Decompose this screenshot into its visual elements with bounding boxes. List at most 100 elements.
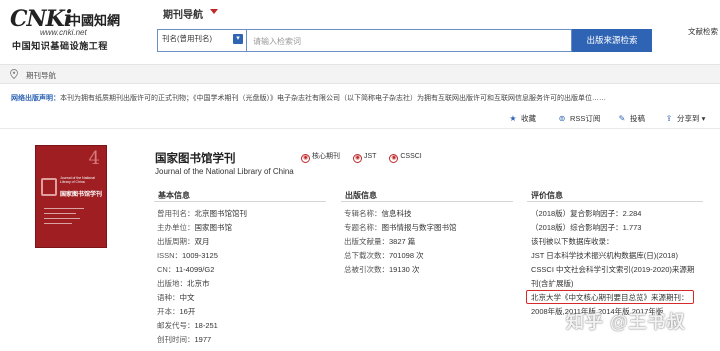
cover-text-line — [44, 208, 84, 209]
rss-subscribe-button[interactable]: ⊚ RSS订阅 — [557, 113, 601, 124]
info-key: 语种： — [157, 293, 180, 302]
info-row: 创刊时间：1977 — [157, 334, 211, 345]
search-button[interactable]: 出版来源检索 — [572, 29, 652, 52]
info-value: 701098 次 — [389, 251, 424, 260]
search-input[interactable]: 请输入检索词 — [247, 29, 572, 52]
publish-info-heading: 出版信息 — [341, 188, 513, 202]
submit-label: 投稿 — [630, 114, 645, 123]
jst-badge[interactable]: ◉ JST — [352, 153, 376, 163]
info-value: 16开 — [179, 307, 196, 316]
info-value: 11-4099/G2 — [175, 265, 215, 274]
logo-subtitle: 中国知识基础设施工程 — [12, 41, 109, 51]
info-row: 专题名称：图书情报与数字图书馆 — [344, 222, 457, 233]
info-key: 创刊时间： — [157, 335, 195, 344]
info-value: 1009-3125 — [182, 251, 218, 260]
info-row: 邮发代号：18-251 — [157, 320, 218, 331]
submit-icon: ✎ — [618, 114, 626, 123]
star-icon: ★ — [509, 114, 517, 123]
badge-label: 核心期刊 — [312, 153, 340, 160]
cover-text-line — [44, 218, 80, 219]
info-value: 北京市 — [187, 279, 210, 288]
info-key: 曾用刊名： — [157, 209, 195, 218]
info-value: 信息科技 — [381, 209, 412, 218]
info-key: ISSN： — [157, 251, 183, 260]
info-row: 出版周期：双月 — [157, 236, 210, 247]
logo-chinese: 中國知網 — [68, 14, 121, 29]
info-row: 出版地：北京市 — [157, 278, 210, 289]
search-field-select[interactable]: 刊名(曾用刊名) ▾ — [157, 29, 247, 52]
notice-label: 网络出版声明： — [11, 95, 60, 102]
eval-row[interactable]: CSSCI 中文社会科学引文索引(2019-2020)来源期 — [531, 264, 694, 275]
badge-icon: ◉ — [352, 154, 362, 163]
journal-title: 国家图书馆学刊 — [155, 153, 236, 165]
info-row: 主办单位：国家图书馆 — [157, 222, 232, 233]
info-row: 开本：16开 — [157, 306, 195, 317]
cssci-badge[interactable]: ◉ CSSCI — [389, 153, 422, 163]
evaluation-info-heading: 评价信息 — [527, 188, 703, 202]
core-journal-badge[interactable]: ◉ 核心期刊 — [301, 151, 340, 163]
info-value: 中文 — [179, 293, 195, 302]
notice-text: 本刊为拥有纸质期刊出版许可的正式刊物；《中国学术期刊（光盘版）》电子杂志社有限公… — [60, 95, 606, 102]
info-row: 总下载次数：701098 次 — [344, 250, 424, 261]
share-icon: ⇪ — [665, 114, 673, 123]
divider — [0, 128, 720, 129]
journal-english-title: Journal of the National Library of China — [155, 167, 294, 176]
rss-icon: ⊚ — [558, 114, 566, 123]
share-button[interactable]: ⇪ 分享到 ▾ — [664, 113, 706, 124]
chevron-down-icon: ▾ — [701, 114, 706, 123]
info-value: 图书情报与数字图书馆 — [381, 223, 457, 232]
index-badges: ◉ 核心期刊 ◉ JST ◉ CSSCI — [301, 151, 433, 163]
chevron-down-icon[interactable]: ▾ — [233, 34, 243, 44]
cover-text-line — [44, 223, 72, 224]
info-row: ISSN：1009-3125 — [157, 250, 218, 261]
watermark-text: 知乎 @王书叔 — [566, 312, 686, 332]
info-value: 1977 — [194, 335, 212, 344]
info-row: 专辑名称：信息科技 — [344, 208, 412, 219]
info-key: CN： — [157, 265, 176, 274]
eval-row: （2018版）综合影响因子：1.773 — [531, 223, 642, 232]
header: CNKi 中國知網 www.cnki.net 中国知识基础设施工程 期刊导航 刊… — [0, 0, 720, 62]
eval-row[interactable]: JST 日本科学技术振兴机构数据库(日)(2018) — [531, 250, 678, 261]
info-value: 3827 篇 — [389, 237, 416, 246]
info-row: 曾用刊名：北京图书馆馆刊 — [157, 208, 247, 219]
cover-issue-number: 4 — [88, 148, 100, 169]
breadcrumb: 期刊导航 — [0, 64, 720, 84]
search-field-select-value: 刊名(曾用刊名) — [162, 34, 212, 43]
favorite-button[interactable]: ★ 收藏 — [508, 113, 536, 124]
info-key: 总被引次数： — [344, 265, 389, 274]
info-key: 出版地： — [157, 279, 187, 288]
caret-down-icon[interactable] — [210, 9, 218, 14]
info-row: 总被引次数：19130 次 — [344, 264, 419, 275]
breadcrumb-item[interactable]: 期刊导航 — [26, 70, 56, 81]
info-key: 出版周期： — [157, 237, 195, 246]
share-label: 分享到 — [677, 114, 700, 123]
info-key: 总下载次数： — [344, 251, 389, 260]
literature-search-link[interactable]: 文献检索 — [688, 26, 718, 37]
cover-english-title: Journal of the National Library of China — [60, 176, 96, 184]
eval-row: 刊(含扩展版) — [531, 279, 574, 288]
favorite-label: 收藏 — [521, 114, 536, 123]
info-value: 国家图书馆 — [194, 223, 233, 232]
info-value: 18-251 — [194, 321, 218, 330]
eval-row: 该刊被以下数据库收录： — [531, 237, 614, 246]
info-key: 专题名称： — [344, 223, 382, 232]
journal-cover-image[interactable]: 4 Journal of the National Library of Chi… — [35, 145, 107, 248]
highlight-box — [526, 290, 694, 304]
info-key: 专辑名称： — [344, 209, 382, 218]
basic-info-heading: 基本信息 — [154, 188, 326, 202]
cnki-logo[interactable]: CNKi 中國知網 www.cnki.net 中国知识基础设施工程 — [10, 6, 128, 52]
cover-emblem — [41, 178, 57, 196]
info-key: 出版文献量： — [344, 237, 389, 246]
info-row: 出版文献量：3827 篇 — [344, 236, 415, 247]
eval-row: （2018版）复合影响因子：2.284 — [531, 209, 642, 218]
rss-label: RSS订阅 — [570, 114, 601, 123]
logo-url: www.cnki.net — [40, 28, 87, 37]
submit-button[interactable]: ✎ 投稿 — [617, 113, 645, 124]
info-row: 语种：中文 — [157, 292, 195, 303]
badge-icon: ◉ — [389, 154, 399, 163]
info-value: 北京图书馆馆刊 — [194, 209, 248, 218]
info-value: 双月 — [194, 237, 210, 246]
info-key: 邮发代号： — [157, 321, 195, 330]
cover-text-line — [44, 213, 76, 214]
journal-navigation-menu[interactable]: 期刊导航 — [163, 6, 203, 21]
